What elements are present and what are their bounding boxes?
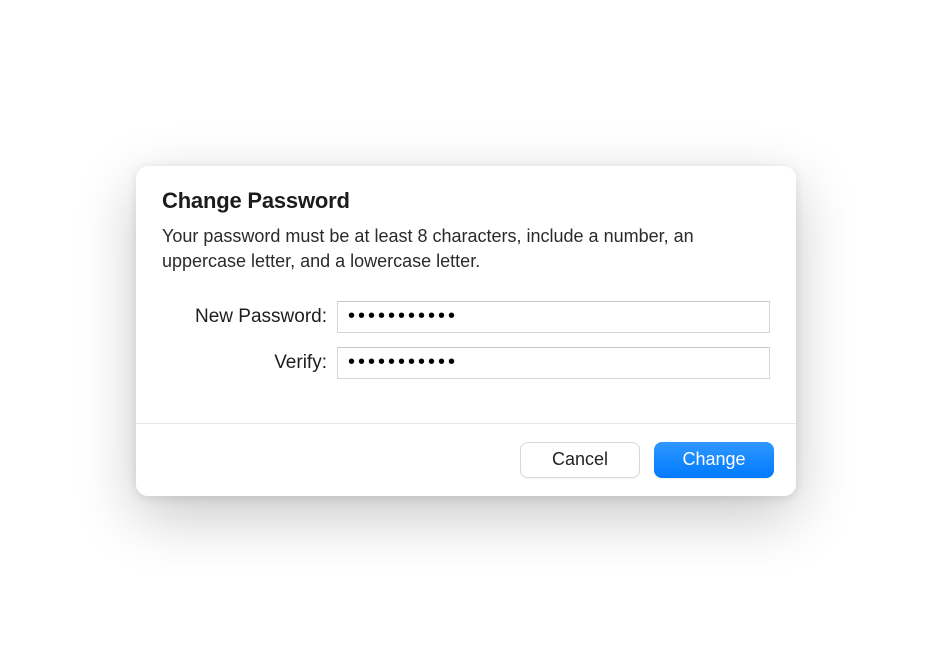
new-password-input[interactable] <box>337 301 770 333</box>
cancel-button[interactable]: Cancel <box>520 442 640 478</box>
change-button[interactable]: Change <box>654 442 774 478</box>
dialog-footer: Cancel Change <box>136 423 796 496</box>
dialog-body: Change Password Your password must be at… <box>136 166 796 423</box>
verify-password-row: Verify: <box>162 347 770 379</box>
new-password-label: New Password: <box>162 306 337 328</box>
dialog-description: Your password must be at least 8 charact… <box>162 224 770 273</box>
change-password-dialog: Change Password Your password must be at… <box>136 166 796 496</box>
verify-password-input[interactable] <box>337 347 770 379</box>
new-password-row: New Password: <box>162 301 770 333</box>
verify-password-label: Verify: <box>162 352 337 374</box>
dialog-title: Change Password <box>162 188 770 214</box>
